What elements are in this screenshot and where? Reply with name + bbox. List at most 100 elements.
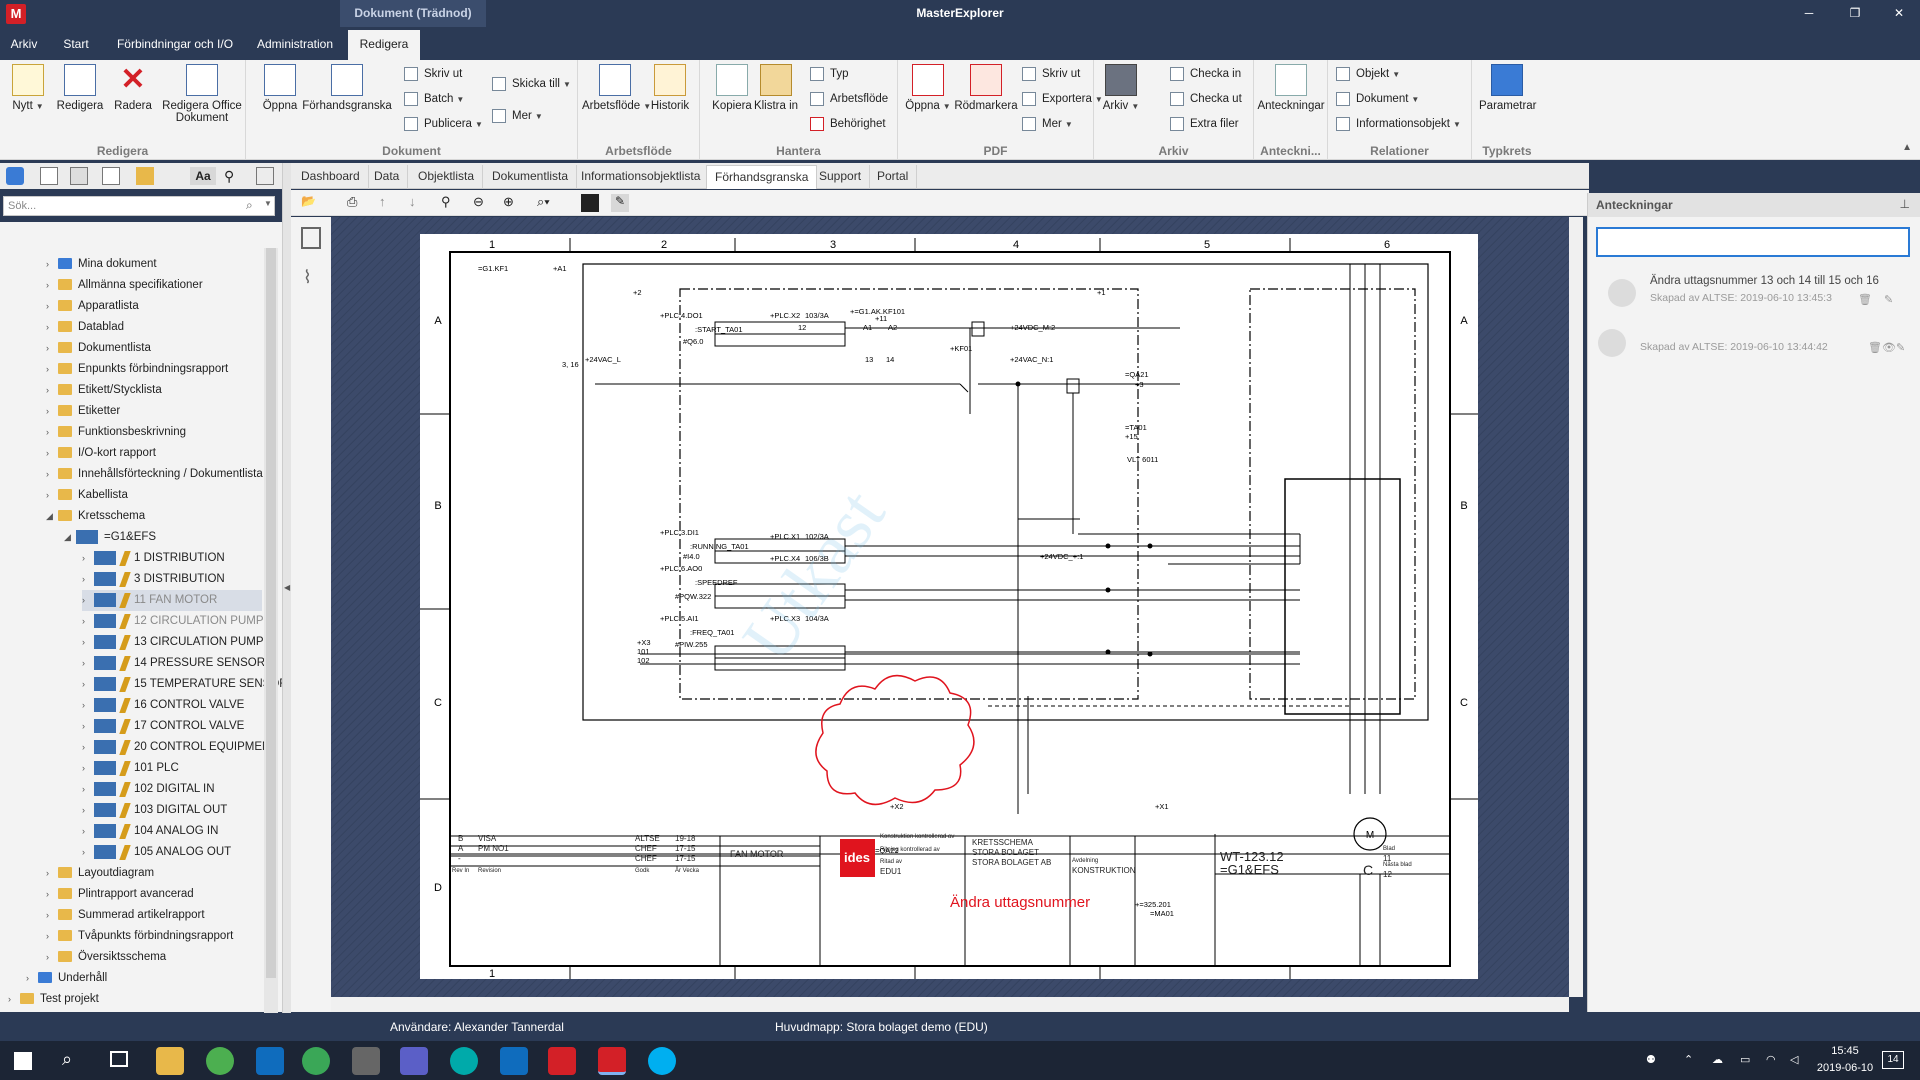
tab-dashboard[interactable]: Dashboard — [293, 165, 369, 189]
tree-item[interactable]: › 15 TEMPERATURE SENSOR — [82, 674, 282, 695]
tree-item[interactable]: › 12 CIRCULATION PUMP — [82, 611, 264, 632]
notes-input[interactable] — [1596, 227, 1910, 257]
tree-item[interactable]: › Underhåll — [26, 968, 262, 989]
minimize-button[interactable]: ─ — [1786, 0, 1832, 27]
zoom-out-icon[interactable]: ⊖ — [473, 194, 491, 212]
chevron-right-icon[interactable]: › — [82, 737, 92, 758]
tree-item[interactable]: › Kabellista — [46, 485, 262, 506]
view-note-icon[interactable]: 👁 — [1882, 341, 1896, 354]
more-button[interactable]: Mer ▼ — [492, 106, 543, 126]
delete-note-icon[interactable]: 🗑 — [1858, 293, 1872, 306]
tree-item[interactable]: › Etiketter — [46, 401, 262, 422]
task-view-icon[interactable] — [110, 1051, 128, 1067]
history-button[interactable]: Historik — [642, 64, 698, 112]
tree-item[interactable]: ◢ Kretsschema — [46, 506, 262, 527]
tab-dokumentlista[interactable]: Dokumentlista — [484, 165, 578, 189]
clock[interactable]: 15:45 2019-06-10 — [1816, 1043, 1874, 1077]
maximize-button[interactable]: ❐ — [1832, 0, 1878, 27]
open-folder-icon[interactable]: 📂 — [301, 194, 319, 212]
tree-item[interactable]: › 20 CONTROL EQUIPMENT — [82, 737, 277, 758]
chevron-right-icon[interactable]: › — [46, 863, 56, 884]
tree-item[interactable]: › 102 DIGITAL IN — [82, 779, 262, 800]
tab-start[interactable]: Start — [56, 30, 96, 60]
tree-item[interactable]: › Plintrapport avancerad — [46, 884, 262, 905]
app-logo-icon[interactable]: M — [6, 4, 26, 24]
page-icon[interactable] — [40, 167, 58, 185]
copy-pages-icon[interactable] — [301, 227, 321, 249]
search-icon[interactable]: ⌕ — [62, 1049, 72, 1070]
notes-button[interactable]: Anteckningar — [1256, 64, 1326, 112]
export-button[interactable]: Exportera ▼ — [1022, 89, 1103, 109]
publish-button[interactable]: Publicera ▼ — [404, 114, 483, 134]
tree-item[interactable]: › 101 PLC — [82, 758, 262, 779]
tab-informationsobjektlista[interactable]: Informationsobjektlista — [573, 165, 710, 189]
chevron-right-icon[interactable]: › — [82, 800, 92, 821]
chevron-right-icon[interactable]: › — [46, 359, 56, 380]
tree-item[interactable]: › 14 PRESSURE SENSOR — [82, 653, 265, 674]
chevron-right-icon[interactable]: › — [82, 548, 92, 569]
pdf-more-button[interactable]: Mer ▼ — [1022, 114, 1073, 134]
network-icon[interactable]: ☁ — [1712, 1041, 1723, 1080]
pin-icon[interactable]: ⊥ — [1900, 197, 1910, 211]
chevron-right-icon[interactable]: › — [82, 590, 92, 611]
arrow-down-icon[interactable]: ↓ — [409, 194, 427, 212]
tray-chevron-icon[interactable]: ⌃ — [1684, 1041, 1693, 1080]
chevron-right-icon[interactable]: › — [46, 905, 56, 926]
chevron-right-icon[interactable]: › — [82, 821, 92, 842]
tree-search-input[interactable]: Sök... — [3, 196, 275, 216]
chevron-right-icon[interactable]: › — [82, 653, 92, 674]
collapse-ribbon-icon[interactable]: ▲ — [1902, 142, 1912, 153]
edit-button[interactable]: Redigera — [52, 64, 108, 112]
chevron-right-icon[interactable]: › — [82, 779, 92, 800]
tree-item[interactable]: › Tvåpunkts förbindningsrapport — [46, 926, 262, 947]
panel-splitter[interactable]: ◀ — [282, 163, 291, 1014]
filter-icon[interactable] — [256, 167, 274, 185]
close-button[interactable]: ✕ — [1876, 0, 1920, 27]
redline-cloud[interactable] — [815, 674, 975, 806]
chrome-icon[interactable] — [206, 1047, 234, 1075]
preview-button[interactable]: Förhandsgranska — [302, 64, 392, 112]
tree-item[interactable]: › I/O-kort rapport — [46, 443, 262, 464]
battery-icon[interactable]: ▭ — [1740, 1041, 1750, 1080]
checkout-button[interactable]: Checka ut — [1170, 89, 1242, 109]
infoobject-relation-button[interactable]: Informationsobjekt ▼ — [1336, 114, 1461, 134]
teams-icon[interactable] — [400, 1047, 428, 1075]
cube-icon[interactable] — [6, 167, 24, 185]
tree-item[interactable]: › 16 CONTROL VALVE — [82, 695, 262, 716]
tree-item[interactable]: › Enpunkts förbindningsrapport — [46, 359, 262, 380]
chevron-right-icon[interactable]: › — [46, 485, 56, 506]
tree-item[interactable]: ◢ =G1&EFS — [64, 527, 262, 548]
redline-annotation-text[interactable]: Ändra uttagsnummer — [950, 894, 1090, 911]
masterexplorer-active-icon[interactable] — [598, 1047, 626, 1075]
chevron-right-icon[interactable]: › — [26, 968, 36, 989]
tree-item[interactable]: › Dokumentlista — [46, 338, 262, 359]
delete-button[interactable]: ✕ Radera — [105, 64, 161, 113]
font-aa-icon[interactable]: Aa — [190, 167, 216, 185]
permission-button[interactable]: Behörighet — [810, 114, 886, 134]
tree-item[interactable]: › Apparatlista — [46, 296, 262, 317]
tree-item[interactable]: › Översiktsschema — [46, 947, 262, 968]
tab-forhandsgranska[interactable]: Förhandsgranska — [706, 165, 818, 189]
chevron-right-icon[interactable]: › — [82, 611, 92, 632]
chevron-right-icon[interactable]: › — [46, 338, 56, 359]
workflow-small-button[interactable]: Arbetsflöde — [810, 89, 888, 109]
new-button[interactable]: Nytt ▼ — [0, 64, 56, 112]
tree-item[interactable]: › 17 CONTROL VALVE — [82, 716, 262, 737]
file-explorer-icon[interactable] — [156, 1047, 184, 1075]
tree-item[interactable]: › 13 CIRCULATION PUMP — [82, 632, 264, 653]
zoom-menu-icon[interactable]: ⌕▾ — [537, 194, 555, 212]
chevron-right-icon[interactable]: › — [82, 695, 92, 716]
edge-icon[interactable] — [302, 1047, 330, 1075]
parameters-button[interactable]: Parametrar — [1479, 64, 1537, 112]
object-relation-button[interactable]: Objekt ▼ — [1336, 64, 1400, 84]
document-list-icon[interactable] — [102, 167, 120, 185]
chevron-right-icon[interactable]: › — [46, 884, 56, 905]
tree-scrollbar[interactable] — [264, 248, 278, 1014]
note-item[interactable]: Ändra uttagsnummer 13 och 14 till 15 och… — [1596, 271, 1910, 317]
tree-scroll-thumb[interactable] — [266, 248, 276, 978]
chevron-down-icon[interactable]: ◢ — [64, 527, 74, 548]
binoculars-icon[interactable]: ⚲ — [441, 194, 459, 212]
skype-icon[interactable] — [648, 1047, 676, 1075]
masterexplorer-taskbar-icon[interactable] — [548, 1047, 576, 1075]
archive-button[interactable]: Arkiv ▼ — [1098, 64, 1144, 112]
